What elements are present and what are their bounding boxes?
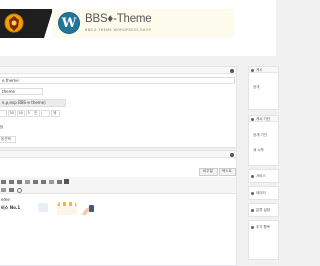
sidebar-box3-title: 서비스: [256, 173, 266, 178]
sidebar-box2-title: 게시 기간: [256, 116, 270, 121]
sidebar-box1-text: 공개: [253, 85, 260, 89]
option-label-2: 50: [18, 111, 23, 115]
gear-icon[interactable]: [230, 152, 234, 157]
undo-icon[interactable]: [9, 188, 14, 192]
brand-title: BBS♦-Theme: [85, 13, 152, 25]
option-label-3: 3: [27, 111, 30, 115]
gear-icon[interactable]: [251, 174, 254, 178]
tab-visual-label: 비주얼: [203, 169, 213, 173]
sidebar-box2-line2: 새 시작: [253, 148, 264, 152]
content-line-2: 비스 No.1: [1, 205, 21, 210]
more-icon[interactable]: [57, 180, 62, 184]
meta-input-value: e,p,exp BBS-e theme): [2, 100, 46, 105]
sidebar-box5-title: 분류 설정: [256, 207, 270, 212]
option-label-5: 세: [53, 111, 57, 115]
sidebar-box6-title: 추가 항목: [256, 224, 270, 229]
editor-panel-header: [0, 151, 236, 158]
option-label-1: 50: [9, 111, 14, 115]
bold-icon[interactable]: [1, 180, 6, 184]
select-value: 본선택: [1, 137, 11, 141]
unlink-icon[interactable]: [49, 180, 54, 184]
help-icon[interactable]: [17, 187, 22, 193]
title-input[interactable]: [0, 77, 235, 84]
sidebar-box4-title: 데이터: [256, 190, 266, 195]
slug-input-value: theme: [2, 88, 15, 94]
align-icon[interactable]: [33, 180, 38, 184]
wordpress-logo-icon[interactable]: W: [58, 12, 80, 34]
gear-icon[interactable]: [251, 117, 254, 121]
title-input-value: e theme: [2, 77, 19, 83]
format-icon[interactable]: [1, 188, 6, 192]
quote-icon[interactable]: [25, 180, 30, 184]
fullscreen-icon[interactable]: [64, 179, 69, 184]
sidebar-box2-line1: 공개 기간: [253, 133, 267, 137]
gear-icon[interactable]: [230, 68, 234, 73]
shield-emblem-icon: [4, 13, 24, 33]
content-line-1: eme: [1, 197, 10, 202]
gear-icon[interactable]: [251, 208, 254, 212]
device-illustration: [38, 203, 48, 212]
option-field-1[interactable]: [0, 110, 7, 117]
sidebar-box1-title: 게시: [256, 67, 263, 72]
italic-icon[interactable]: [9, 180, 14, 184]
sidebar-schedule-box: [248, 115, 279, 166]
option-field-5[interactable]: [41, 110, 50, 117]
gear-icon[interactable]: [251, 225, 254, 229]
panel-header: [0, 67, 236, 74]
gear-icon[interactable]: [251, 68, 254, 72]
hand-illustration: [80, 201, 96, 215]
tab-text-label: 텍스트: [222, 169, 232, 173]
shop-illustration: [56, 200, 78, 215]
option-row-label: 음: [0, 125, 4, 129]
link-icon[interactable]: [41, 180, 46, 184]
list-icon[interactable]: [17, 180, 22, 184]
brand-subtitle: BBS-E THEME WORDPRESS SHOP: [85, 28, 152, 32]
option-label-4: 인: [34, 111, 38, 115]
gear-icon[interactable]: [251, 191, 254, 195]
